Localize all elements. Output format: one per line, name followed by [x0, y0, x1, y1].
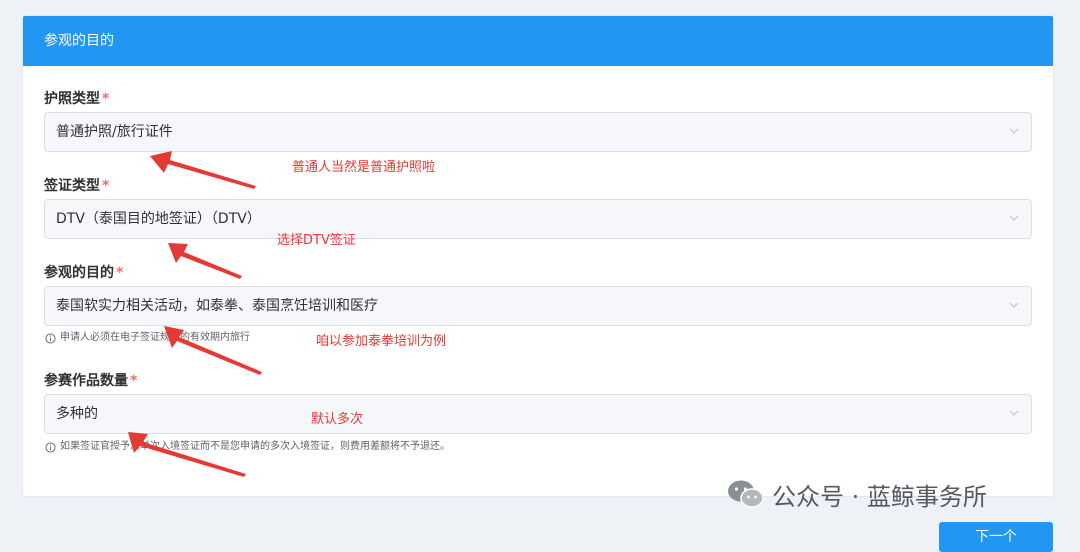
chevron-down-icon	[1009, 215, 1019, 221]
annotation-visa: 选择DTV签证	[277, 233, 356, 248]
chevron-down-icon	[1009, 410, 1019, 416]
passport-type-value: 普通护照/旅行证件	[56, 124, 173, 140]
entries-count-label: 参赛作品数量 *	[44, 373, 138, 389]
next-button[interactable]: 下一个	[939, 522, 1053, 552]
info-icon	[45, 441, 56, 453]
watermark: 公众号 · 蓝鲸事务所	[726, 476, 987, 512]
visa-type-value: DTV（泰国目的地签证）（DTV）	[56, 211, 261, 227]
annotation-passport: 普通人当然是普通护照啦	[292, 160, 436, 175]
required-mark: *	[130, 373, 138, 389]
card-header: 参观的目的	[23, 16, 1053, 66]
visit-purpose-card: 参观的目的 护照类型 * 普通护照/旅行证件 签证类型 * DTV（泰国目的地签证）…	[22, 15, 1054, 497]
required-mark: *	[102, 91, 110, 107]
visa-type-select[interactable]: DTV（泰国目的地签证）（DTV）	[44, 199, 1032, 239]
visit-purpose-label: 参观的目的 *	[44, 265, 124, 281]
visit-purpose-value: 泰国软实力相关活动，如泰拳、泰国烹饪培训和医疗	[56, 298, 378, 314]
info-icon	[45, 332, 56, 344]
entries-count-select[interactable]: 多种的	[44, 394, 1032, 434]
required-mark: *	[116, 265, 124, 281]
chevron-down-icon	[1009, 302, 1019, 308]
entries-count-value: 多种的	[56, 406, 98, 422]
visit-purpose-select[interactable]: 泰国软实力相关活动，如泰拳、泰国烹饪培训和医疗	[44, 286, 1032, 326]
passport-type-label: 护照类型 *	[44, 91, 110, 107]
required-mark: *	[102, 178, 110, 194]
annotation-purpose: 咱以参加泰拳培训为例	[316, 334, 447, 349]
annotation-entries: 默认多次	[311, 412, 364, 427]
passport-type-select[interactable]: 普通护照/旅行证件	[44, 112, 1032, 152]
chevron-down-icon	[1009, 128, 1019, 134]
visa-type-label: 签证类型 *	[44, 178, 110, 194]
wechat-icon	[728, 480, 764, 508]
entries-count-hint: 如果签证官授予您单次入境签证而不是您申请的多次入境签证，则费用差额将不予退还。	[45, 441, 450, 453]
visit-purpose-hint: 申请人必须在电子签证规定的有效期内旅行	[45, 332, 250, 344]
